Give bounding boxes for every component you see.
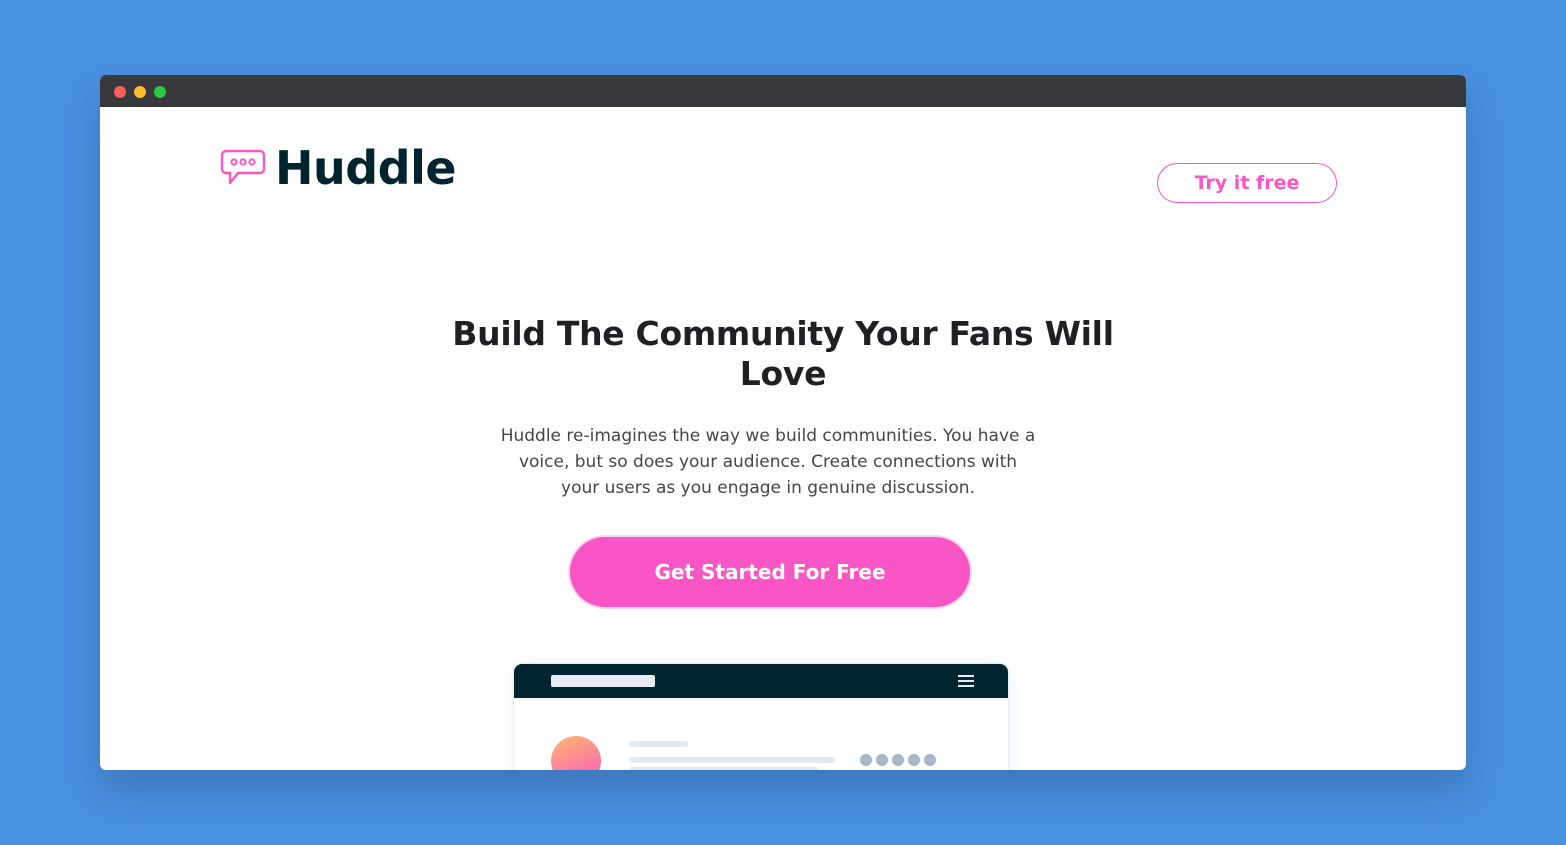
mockup-dots bbox=[860, 754, 940, 766]
get-started-button[interactable]: Get Started For Free bbox=[570, 537, 970, 607]
maximize-window-button[interactable] bbox=[154, 86, 166, 98]
mockup-text-line bbox=[629, 767, 819, 770]
huddle-logo[interactable]: Huddle bbox=[220, 141, 457, 195]
mockup-title-placeholder bbox=[551, 675, 655, 687]
hamburger-menu-icon bbox=[958, 675, 974, 687]
hero-description: Huddle re-imagines the way we build comm… bbox=[500, 426, 1036, 498]
page-content: Huddle Try it free Build The Community Y… bbox=[100, 107, 1466, 770]
mockup-text-line bbox=[629, 741, 689, 747]
hero-title: Build The Community Your Fans Will Love bbox=[452, 314, 1114, 393]
mockup-text-line bbox=[629, 757, 835, 763]
browser-window: Huddle Try it free Build The Community Y… bbox=[100, 75, 1466, 770]
chat-bubble-icon bbox=[220, 149, 266, 185]
window-titlebar bbox=[100, 75, 1466, 107]
minimize-window-button[interactable] bbox=[134, 86, 146, 98]
try-it-free-button[interactable]: Try it free bbox=[1157, 163, 1337, 203]
close-window-button[interactable] bbox=[114, 86, 126, 98]
logo-wordmark: Huddle bbox=[275, 141, 457, 195]
app-mockup-illustration bbox=[514, 664, 1008, 770]
mockup-avatar bbox=[551, 736, 601, 770]
mockup-navbar bbox=[514, 664, 1008, 698]
